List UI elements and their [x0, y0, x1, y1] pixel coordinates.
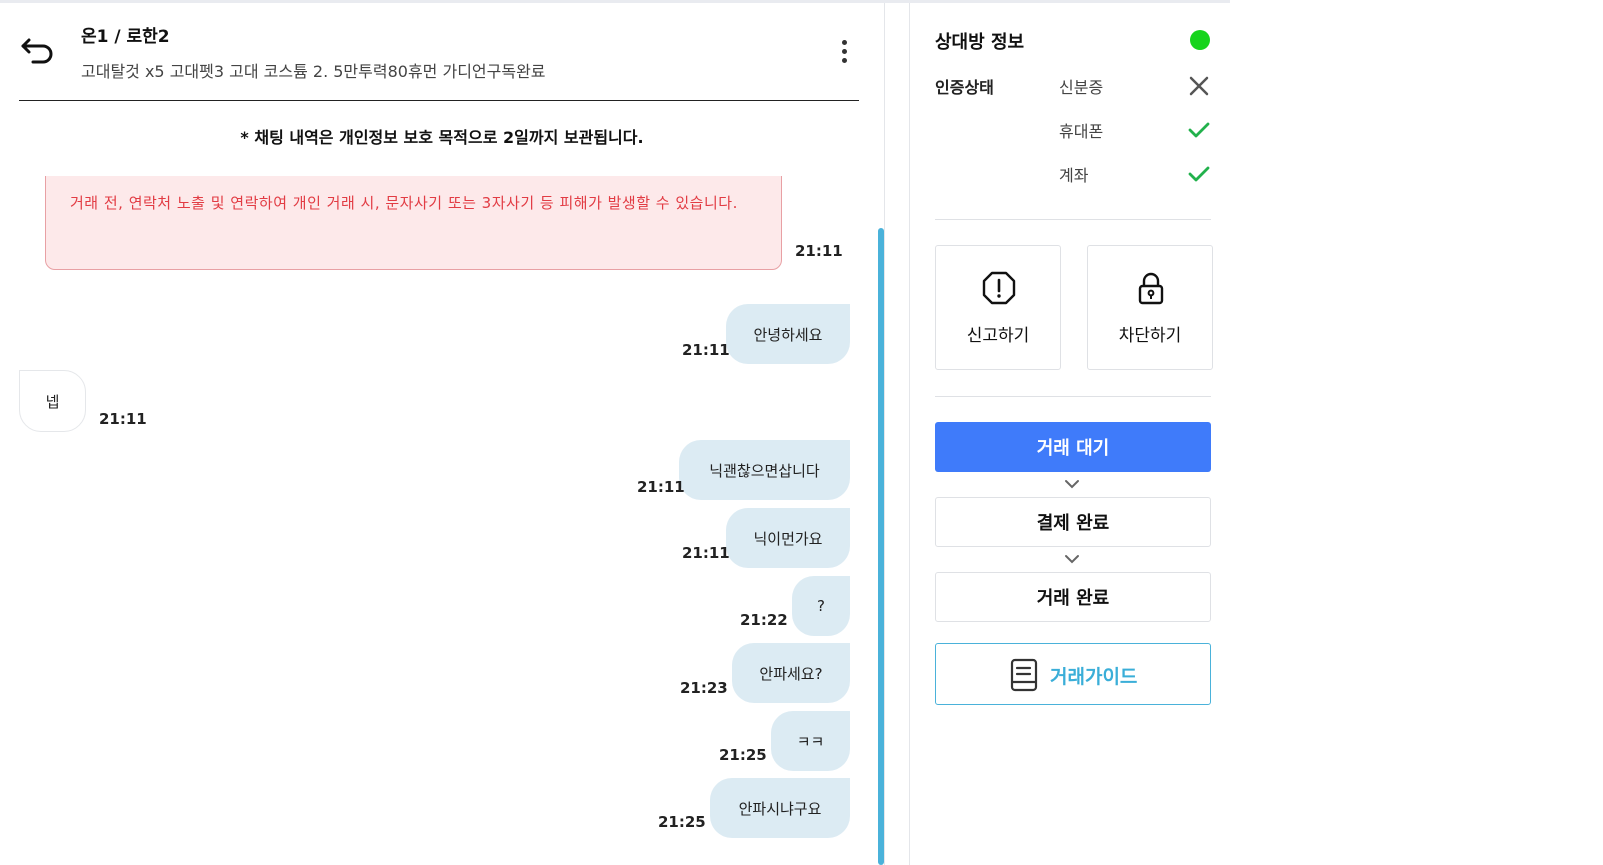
chat-title: 온1 / 로한2 [81, 27, 170, 47]
dot-icon [841, 40, 847, 45]
section-divider [935, 396, 1211, 397]
report-label: 신고하기 [966, 326, 1030, 346]
step-waiting[interactable]: 거래 대기 [935, 422, 1211, 472]
chat-header: 온1 / 로한2 고대탈것 x5 고대펫3 고대 코스튬 2. 5만투력80휴먼… [19, 16, 859, 101]
verification-account: 계좌 [1059, 166, 1089, 185]
chat-subtitle: 고대탈것 x5 고대펫3 고대 코스튬 2. 5만투력80휴먼 가디언구독완료 [81, 62, 546, 81]
panel-divider [909, 3, 910, 865]
dot-icon [841, 49, 847, 54]
chevron-down-icon [1065, 480, 1079, 489]
retention-notice: * 채팅 내역은 개인정보 보호 목적으로 2일까지 보관됩니다. [240, 128, 644, 147]
message-bubble-mine[interactable]: ? [792, 576, 850, 636]
panel-divider [884, 3, 885, 865]
chevron-down-icon [1065, 555, 1079, 564]
message-time: 21:22 [740, 611, 788, 629]
trade-guide-button[interactable]: 거래가이드 [935, 643, 1211, 705]
counterpart-info-panel: 상대방 정보 인증상태 신분증 휴대폰 계좌 신고하기 차단하기 거래 대기 결… [935, 0, 1225, 865]
verification-label: 인증상태 [935, 78, 994, 97]
check-icon [1188, 166, 1210, 182]
book-icon [1010, 658, 1038, 692]
trade-guide-label: 거래가이드 [1050, 666, 1138, 688]
x-icon [1189, 76, 1209, 96]
message-time: 21:11 [795, 242, 843, 260]
message-bubble-mine[interactable]: ㅋㅋ [771, 711, 850, 771]
message-list: 거래 전, 연락처 노출 및 연락하여 개인 거래 시, 문자사기 또는 3자사… [0, 176, 884, 865]
check-icon [1188, 122, 1210, 138]
message-bubble-mine[interactable]: 닉괜찮으면삽니다 [679, 440, 850, 500]
more-options-button[interactable] [834, 36, 854, 70]
message-time: 21:25 [719, 746, 767, 764]
undo-arrow-icon [21, 38, 53, 64]
message-time: 21:11 [99, 410, 147, 428]
step-payment-complete[interactable]: 결제 완료 [935, 497, 1211, 547]
message-bubble-mine[interactable]: 닉이먼가요 [726, 508, 850, 568]
report-button[interactable]: 신고하기 [935, 245, 1061, 370]
verification-phone: 휴대폰 [1059, 122, 1104, 141]
warning-banner: 거래 전, 연락처 노출 및 연락하여 개인 거래 시, 문자사기 또는 3자사… [45, 176, 782, 270]
lock-icon [1138, 272, 1164, 305]
alert-hexagon-icon [982, 271, 1016, 305]
message-bubble-mine[interactable]: 안파세요? [732, 643, 850, 703]
verification-id-card: 신분증 [1059, 78, 1104, 97]
message-bubble-mine[interactable]: 안파시냐구요 [710, 778, 850, 838]
message-time: 21:11 [682, 544, 730, 562]
warning-icon [318, 176, 344, 177]
message-time: 21:23 [680, 679, 728, 697]
online-status-indicator [1190, 30, 1210, 50]
message-time: 21:11 [682, 341, 730, 359]
back-button[interactable] [19, 30, 59, 70]
message-bubble-theirs[interactable]: 넵 [19, 370, 86, 432]
section-divider [935, 219, 1211, 220]
message-time: 21:11 [637, 478, 685, 496]
block-button[interactable]: 차단하기 [1087, 245, 1213, 370]
message-time: 21:25 [658, 813, 706, 831]
block-label: 차단하기 [1118, 326, 1182, 346]
warning-text: 거래 전, 연락처 노출 및 연락하여 개인 거래 시, 문자사기 또는 3자사… [70, 194, 738, 212]
info-title: 상대방 정보 [935, 32, 1025, 53]
dot-icon [841, 58, 847, 63]
message-bubble-mine[interactable]: 안녕하세요 [726, 304, 850, 364]
step-trade-complete[interactable]: 거래 완료 [935, 572, 1211, 622]
chat-panel: 온1 / 로한2 고대탈것 x5 고대펫3 고대 코스튬 2. 5만투력80휴먼… [0, 0, 884, 865]
